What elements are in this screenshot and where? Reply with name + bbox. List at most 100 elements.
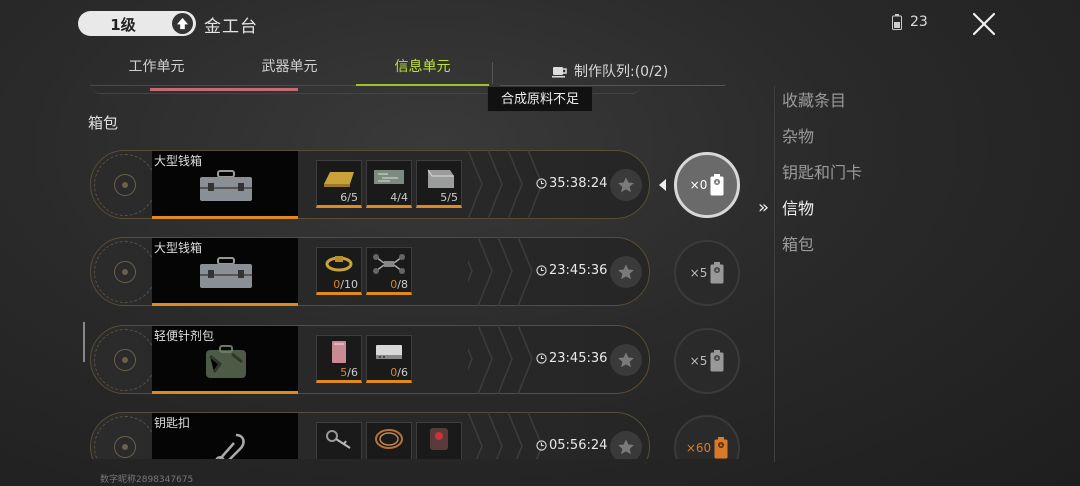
material-slot[interactable] [366, 422, 412, 459]
tab-weapon-unit[interactable]: 武器单元 [223, 52, 356, 85]
unit-tabs: 工作单元 武器单元 信息单元 [90, 52, 490, 86]
material-slot[interactable]: 0/6 [366, 335, 412, 383]
menu-item-keys-cards[interactable]: 钥匙和门卡 [782, 162, 862, 198]
star-icon[interactable] [617, 263, 635, 281]
star-icon[interactable] [617, 176, 635, 194]
craft-amount: ×5 [689, 266, 708, 280]
gold-ring-icon [325, 256, 353, 272]
material-need: 8 [401, 278, 408, 291]
craft-button[interactable]: ×0 [674, 152, 740, 218]
briefcase-icon [200, 257, 252, 288]
menu-divider [774, 86, 775, 462]
favorite-button[interactable] [610, 256, 642, 288]
material-have: 5 [340, 366, 348, 379]
item-name: 钥匙扣 [154, 416, 191, 430]
keys-icon [326, 430, 351, 449]
close-icon[interactable] [970, 10, 998, 38]
material-slot[interactable]: 5/6 [316, 335, 362, 383]
level-label: 1级 [110, 16, 136, 34]
recipe-row[interactable]: 大型钱箱 0/10 0/8 23:45:36 [90, 237, 652, 308]
craft-button[interactable]: ×5 [674, 328, 740, 394]
material-slot[interactable] [416, 422, 462, 459]
timer-value: 23:45:36 [549, 263, 608, 278]
material-slot[interactable]: 4/4 [366, 160, 412, 208]
material-have: 5 [440, 191, 448, 204]
briefcase-icon [200, 170, 252, 201]
drone-icon [373, 254, 405, 274]
item-slot[interactable]: 钥匙扣 [152, 413, 298, 459]
recipe-row[interactable]: 钥匙扣 05:56:24 [90, 412, 652, 459]
material-have: 6 [340, 191, 348, 204]
row-clip: 钥匙扣 05:56:24 ×60 [0, 412, 760, 459]
menu-item-bags[interactable]: 箱包 [782, 234, 862, 270]
material-slot[interactable]: 0/8 [366, 247, 412, 295]
material-need: 5 [351, 191, 358, 204]
item-slot[interactable]: 大型钱箱 [152, 238, 298, 306]
material-need: 4 [401, 191, 408, 204]
material-need: 6 [351, 366, 358, 379]
item-name: 大型钱箱 [154, 241, 203, 255]
craft-timer: 05:56:24 [536, 438, 607, 453]
craft-queue[interactable]: 制作队列:(0/2) [552, 61, 668, 81]
item-slot[interactable]: 大型钱箱 [152, 151, 298, 219]
recipe-row[interactable]: 大型钱箱 6/5 4/4 5/5 35:38:24 [90, 150, 652, 221]
material-have: 0 [390, 278, 398, 291]
clock-icon [536, 178, 547, 189]
wire-coil-icon [375, 429, 403, 449]
target-icon [94, 241, 156, 303]
craft-amount: ×60 [685, 441, 712, 455]
station-title: 金工台 [204, 17, 258, 37]
menu-item-misc[interactable]: 杂物 [782, 126, 862, 162]
favorite-button[interactable] [610, 169, 642, 201]
favorite-button[interactable] [610, 344, 642, 376]
clock-icon [536, 265, 547, 276]
red-gadget-icon [430, 428, 448, 450]
battery-icon [710, 350, 724, 372]
craft-amount: ×5 [689, 354, 708, 368]
gold-bar-icon [324, 172, 354, 187]
material-slot[interactable]: 5/5 [416, 160, 462, 208]
item-name: 轻便针剂包 [154, 329, 215, 343]
menu-item-collectibles[interactable]: 收藏条目 [782, 90, 862, 126]
craft-button[interactable]: ×5 [674, 240, 740, 306]
material-slot[interactable] [316, 422, 362, 459]
battery-icon [714, 437, 728, 459]
close-button[interactable] [970, 10, 998, 38]
material-have: 0 [390, 366, 398, 379]
craft-amount: ×0 [689, 178, 708, 192]
tab-work-unit[interactable]: 工作单元 [90, 52, 223, 85]
battery-icon [892, 14, 902, 30]
menu-item-tokens[interactable]: 信物 [758, 197, 862, 234]
circuit-board-icon [374, 170, 404, 184]
tab-info-unit[interactable]: 信息单元 [356, 52, 489, 86]
material-slot[interactable]: 0/10 [316, 247, 362, 295]
recipe-row[interactable]: 轻便针剂包 5/6 0/6 23:45:36 [90, 325, 652, 396]
star-icon[interactable] [617, 351, 635, 369]
material-slot[interactable]: 6/5 [316, 160, 362, 208]
clock-icon [536, 440, 547, 451]
scroll-indicator [83, 322, 85, 362]
craft-timer: 23:45:36 [536, 351, 607, 366]
device-icon [376, 345, 402, 359]
tab-divider [492, 62, 493, 84]
insufficient-materials-tooltip: 合成原料不足 [487, 86, 593, 112]
player-id: 数字昵称2898347675 [100, 475, 194, 485]
star-icon[interactable] [617, 438, 635, 456]
upgrade-icon[interactable] [172, 13, 193, 34]
item-slot[interactable]: 轻便针剂包 [152, 326, 298, 394]
material-need: 10 [344, 278, 358, 291]
cup-icon [552, 66, 567, 77]
clock-icon [536, 353, 547, 364]
craft-button[interactable]: ×60 [674, 415, 740, 459]
glass-cube-icon [427, 169, 454, 188]
material-need: 6 [401, 366, 408, 379]
level-badge[interactable]: 1级 [78, 11, 196, 36]
battery-icon [710, 174, 724, 196]
section-label: 箱包 [88, 114, 119, 132]
material-need: 5 [451, 191, 458, 204]
timer-value: 35:38:24 [549, 176, 608, 191]
battery-icon [710, 262, 724, 284]
previous-row-bar [150, 88, 298, 91]
material-have: 4 [390, 191, 398, 204]
favorite-button[interactable] [610, 431, 642, 459]
